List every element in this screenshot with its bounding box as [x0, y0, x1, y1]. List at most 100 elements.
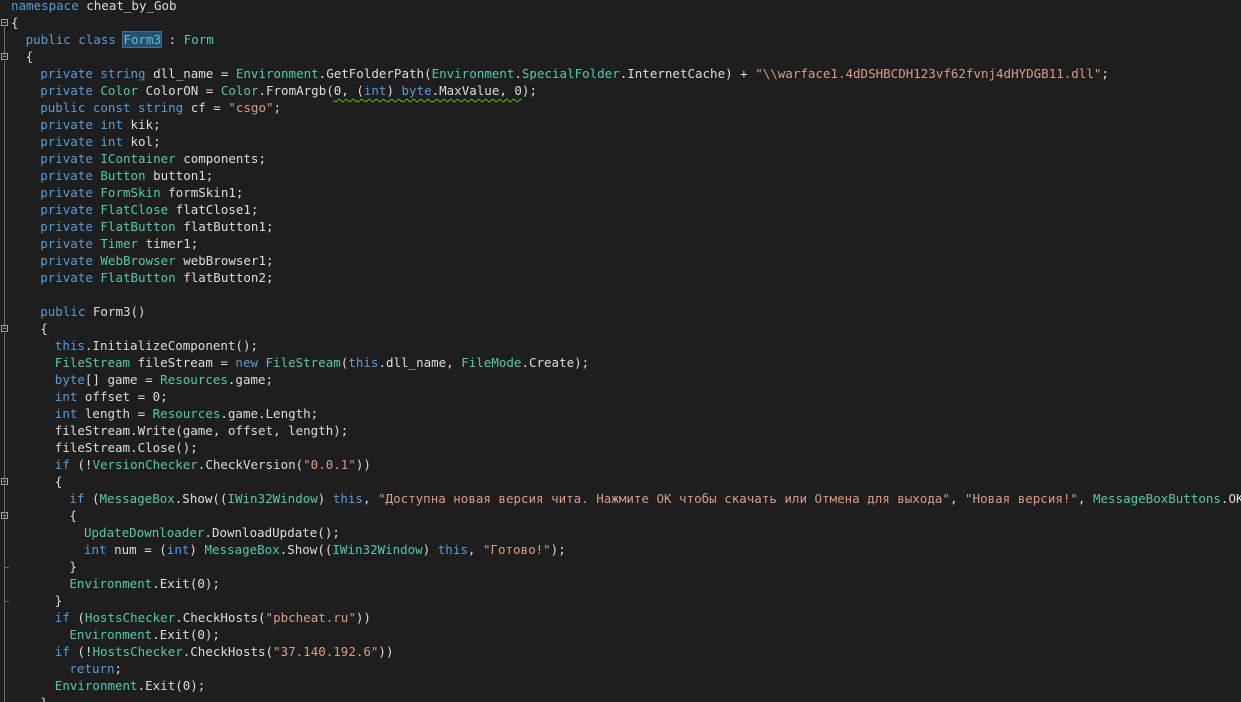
code-token: ))	[355, 610, 371, 625]
type-token: UpdateDownloader	[84, 525, 205, 540]
code-line[interactable]: int length = Resources.game.Length;	[11, 405, 318, 422]
code-token: Form3()	[85, 304, 146, 319]
code-token: formSkin1;	[160, 185, 244, 200]
code-token: .FromArgb(	[258, 83, 334, 98]
keyword-token: byte	[401, 83, 432, 98]
code-line[interactable]: private FlatButton flatButton1;	[11, 218, 273, 235]
keyword-token: this	[332, 491, 363, 506]
type-token: Environment	[235, 66, 319, 81]
code-token: .dll_name,	[378, 355, 462, 370]
type-token: Environment	[69, 627, 153, 642]
code-line[interactable]: }	[11, 694, 48, 702]
outline-guide-end	[4, 567, 9, 568]
code-token: fileStream =	[130, 355, 236, 370]
string-token: "0.0.1"	[303, 457, 356, 472]
code-token: ;	[114, 661, 123, 676]
code-token: .CheckVersion(	[197, 457, 304, 472]
code-token: {	[54, 474, 63, 489]
keyword-token: int	[84, 542, 107, 557]
code-line[interactable]: private Button button1;	[11, 167, 213, 184]
code-line[interactable]: private int kik;	[11, 116, 161, 133]
code-token: }	[40, 695, 48, 702]
keyword-token: public	[40, 100, 86, 115]
code-token: (	[69, 610, 85, 625]
code-line[interactable]: fileStream.Close();	[11, 439, 198, 456]
code-line[interactable]: private Color ColorON = Color.FromArgb(0…	[11, 82, 537, 99]
code-token: .Show((	[279, 542, 333, 557]
code-line[interactable]: public const string cf = "csgo";	[11, 99, 281, 116]
code-line[interactable]: byte[] game = Resources.game;	[11, 371, 273, 388]
code-line[interactable]: int num = (int) MessageBox.Show((IWin32W…	[11, 541, 566, 558]
code-line[interactable]: private string dll_name = Environment.Ge…	[11, 65, 1109, 82]
type-token: IWin32Window	[332, 542, 423, 557]
code-token: :	[161, 32, 184, 47]
code-line[interactable]: private FormSkin formSkin1;	[11, 184, 243, 201]
keyword-token: if	[54, 610, 70, 625]
code-token: [] game =	[84, 372, 161, 387]
code-token: fileStream.Write(game, offset, length);	[54, 423, 349, 438]
code-token: kik;	[122, 117, 161, 132]
type-token: Button	[100, 168, 146, 183]
outline-guide-end	[4, 601, 9, 602]
keyword-token: string	[138, 100, 184, 115]
type-token: Color	[100, 83, 139, 98]
code-line[interactable]: private FlatButton flatButton2;	[11, 269, 273, 286]
code-line[interactable]: Environment.Exit(0);	[11, 677, 206, 694]
code-line[interactable]: private WebBrowser webBrowser1;	[11, 252, 274, 269]
string-token: "pbcheat.ru"	[265, 610, 356, 625]
code-line[interactable]: return;	[11, 660, 122, 677]
code-token: (	[84, 491, 100, 506]
keyword-token: private	[40, 219, 93, 234]
keyword-token: if	[69, 491, 85, 506]
code-line[interactable]: private int kol;	[11, 133, 160, 150]
type-token: IContainer	[100, 151, 176, 166]
code-token: .CheckHosts(	[175, 610, 266, 625]
code-line[interactable]: public Form3()	[11, 303, 146, 320]
code-line[interactable]: private Timer timer1;	[11, 235, 198, 252]
code-line[interactable]: namespace cheat_by_Gob	[11, 0, 177, 14]
code-token: .GetFolderPath(	[318, 66, 432, 81]
keyword-token: class	[78, 32, 116, 47]
code-line[interactable]: if (!VersionChecker.CheckVersion("0.0.1"…	[11, 456, 371, 473]
code-line[interactable]: Environment.Exit(0);	[11, 575, 220, 592]
code-token: );	[521, 83, 537, 98]
code-line[interactable]: if (HostsChecker.CheckHosts("pbcheat.ru"…	[11, 609, 371, 626]
code-line[interactable]: }	[11, 558, 77, 575]
code-editor[interactable]: namespace cheat_by_Gob{public class Form…	[0, 0, 1241, 702]
code-line[interactable]: if (MessageBox.Show((IWin32Window) this,…	[11, 490, 1241, 507]
type-token: SpecialFolder	[521, 66, 620, 81]
code-token: ))	[355, 457, 371, 472]
code-line[interactable]: UpdateDownloader.DownloadUpdate();	[11, 524, 340, 541]
collapse-icon[interactable]	[1, 19, 8, 26]
type-token: HostsChecker	[84, 610, 176, 625]
code-line[interactable]: {	[11, 473, 63, 490]
code-line[interactable]: this.InitializeComponent();	[11, 337, 258, 354]
type-token: Resources	[160, 372, 228, 387]
code-line[interactable]: FileStream fileStream = new FileStream(t…	[11, 354, 589, 371]
code-line[interactable]: Environment.Exit(0);	[11, 626, 220, 643]
keyword-token: namespace	[11, 0, 79, 13]
code-line[interactable]: {	[11, 14, 19, 31]
keyword-token: string	[100, 66, 146, 81]
code-token: timer1;	[138, 236, 199, 251]
code-line[interactable]: if (!HostsChecker.CheckHosts("37.140.192…	[11, 643, 394, 660]
code-line[interactable]: public class Form3 : Form	[11, 31, 214, 48]
code-token: )	[386, 83, 402, 98]
code-line[interactable]: }	[11, 592, 63, 609]
code-line[interactable]: private FlatClose flatClose1;	[11, 201, 258, 218]
code-line[interactable]: {	[11, 48, 34, 65]
type-token: FlatButton	[100, 219, 176, 234]
code-line[interactable]: fileStream.Write(game, offset, length);	[11, 422, 349, 439]
string-token: "Доступна новая версия чита. Нажмите ОК …	[378, 491, 950, 506]
keyword-token: this	[348, 355, 379, 370]
code-token: ,	[362, 491, 379, 506]
code-token: webBrowser1;	[175, 253, 274, 268]
code-line[interactable]: {	[11, 507, 77, 524]
code-line[interactable]: int offset = 0;	[11, 388, 168, 405]
code-token: ))	[378, 644, 394, 659]
code-line[interactable]: {	[11, 320, 48, 337]
code-line[interactable]: private IContainer components;	[11, 150, 266, 167]
code-token: .Exit(0);	[137, 678, 206, 693]
